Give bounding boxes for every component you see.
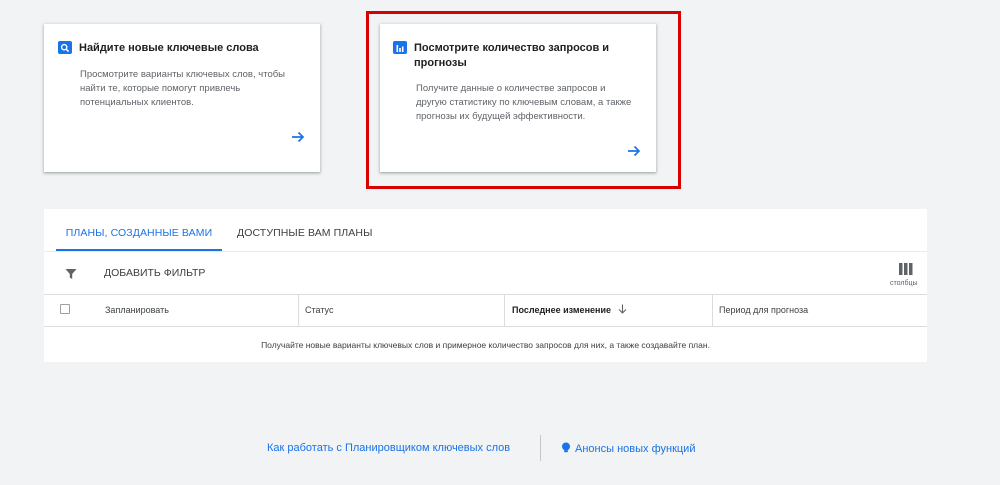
lightbulb-icon (562, 442, 570, 453)
search-icon (58, 41, 72, 54)
how-to-use-link[interactable]: Как работать с Планировщиком ключевых сл… (267, 442, 510, 454)
columns-label: столбцы (890, 280, 918, 287)
highlight-frame (366, 11, 681, 189)
arrow-right-icon[interactable] (290, 129, 306, 145)
footer-divider (540, 435, 541, 461)
sort-arrow-down-icon (618, 304, 626, 314)
empty-table-message: Получайте новые варианты ключевых слов и… (261, 340, 710, 350)
columns-icon[interactable] (899, 263, 913, 275)
column-header-label: Последнее изменение (512, 305, 611, 315)
add-filter-button[interactable]: ДОБАВИТЬ ФИЛЬТР (104, 267, 205, 279)
announcements-label: Анонсы новых функций (575, 443, 696, 455)
column-header-status[interactable]: Статус (298, 295, 504, 326)
plans-panel: ПЛАНЫ, СОЗДАННЫЕ ВАМИ ДОСТУПНЫЕ ВАМ ПЛАН… (44, 209, 927, 362)
filter-icon[interactable] (65, 268, 77, 280)
column-header-forecast-period[interactable]: Период для прогноза (712, 295, 927, 326)
select-all-checkbox[interactable] (60, 304, 70, 314)
tab-created-plans[interactable]: ПЛАНЫ, СОЗДАННЫЕ ВАМИ (56, 209, 222, 251)
announcements-link[interactable]: Анонсы новых функций (561, 442, 695, 455)
find-keywords-card[interactable]: Найдите новые ключевые слова Просмотрите… (44, 24, 320, 172)
card-description: Просмотрите варианты ключевых слов, чтоб… (80, 69, 285, 108)
card-title: Найдите новые ключевые слова (79, 42, 259, 54)
column-header-plan[interactable]: Запланировать (105, 295, 298, 326)
table-header: Запланировать Статус Последнее изменение… (44, 295, 927, 327)
column-header-last-modified[interactable]: Последнее изменение (504, 295, 712, 326)
filter-bar: ДОБАВИТЬ ФИЛЬТР столбцы (44, 251, 927, 295)
plans-tabs: ПЛАНЫ, СОЗДАННЫЕ ВАМИ ДОСТУПНЫЕ ВАМ ПЛАН… (44, 209, 927, 252)
tab-available-plans[interactable]: ДОСТУПНЫЕ ВАМ ПЛАНЫ (237, 209, 372, 251)
